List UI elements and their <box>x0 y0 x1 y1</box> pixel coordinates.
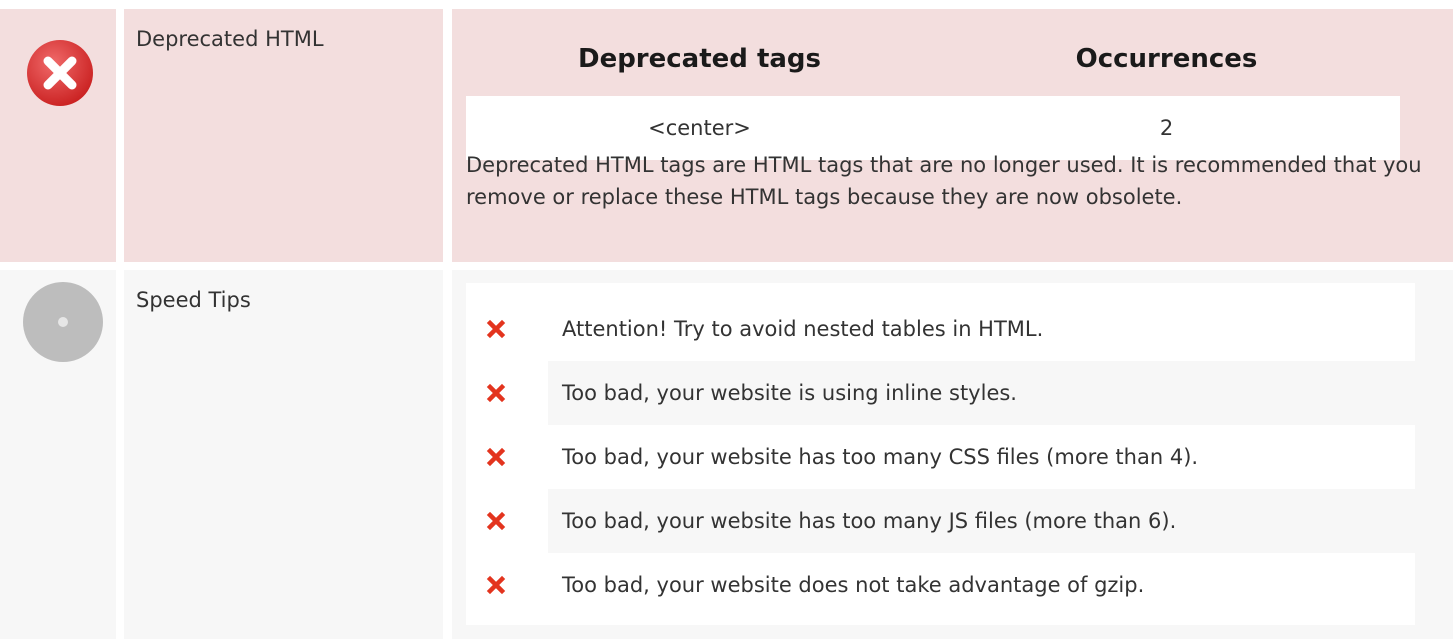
x-mark-icon <box>486 319 506 339</box>
list-item: Too bad, your website has too many JS fi… <box>466 489 1415 553</box>
count-cell: 2 <box>1159 116 1174 140</box>
status-icon-cell <box>0 270 116 639</box>
description-text: Deprecated HTML tags are HTML tags that … <box>466 153 1422 209</box>
column-header-occurrences: Occurrences <box>1075 44 1258 74</box>
deprecated-html-row: Deprecated HTML Deprecated tags Occurren… <box>0 9 1453 262</box>
speed-tips-row: Speed Tips Attention! Try to avoid neste… <box>0 270 1453 639</box>
status-icon-cell <box>0 9 116 262</box>
label-cell: Deprecated HTML <box>124 9 443 262</box>
section-title: Deprecated HTML <box>136 27 324 51</box>
content-cell: Attention! Try to avoid nested tables in… <box>452 270 1453 639</box>
label-cell: Speed Tips <box>124 270 443 639</box>
content-cell: Deprecated tags Occurrences <center> 2 D… <box>452 9 1453 262</box>
neutral-disc-icon <box>23 282 103 362</box>
list-item: Attention! Try to avoid nested tables in… <box>466 297 1415 361</box>
tip-text: Attention! Try to avoid nested tables in… <box>562 317 1044 341</box>
speed-tips-list: Attention! Try to avoid nested tables in… <box>466 283 1415 625</box>
deprecated-tags-table: Deprecated tags Occurrences <center> 2 <box>466 22 1400 160</box>
x-mark-icon <box>486 447 506 467</box>
tip-text: Too bad, your website does not take adva… <box>562 573 1145 597</box>
tip-text: Too bad, your website has too many JS fi… <box>548 489 1415 553</box>
list-item: Too bad, your website has too many CSS f… <box>466 425 1415 489</box>
column-header-tags: Deprecated tags <box>577 44 822 74</box>
tag-cell: <center> <box>648 116 751 140</box>
tip-text: Too bad, your website is using inline st… <box>548 361 1415 425</box>
list-item: Too bad, your website does not take adva… <box>466 553 1415 617</box>
table-header: Deprecated tags Occurrences <box>466 22 1400 96</box>
tip-text: Too bad, your website has too many CSS f… <box>562 445 1199 469</box>
x-mark-icon <box>486 511 506 531</box>
list-item: Too bad, your website is using inline st… <box>466 361 1415 425</box>
section-title: Speed Tips <box>136 288 251 312</box>
x-mark-icon <box>486 383 506 403</box>
x-mark-icon <box>486 575 506 595</box>
error-circle-icon <box>27 40 93 106</box>
